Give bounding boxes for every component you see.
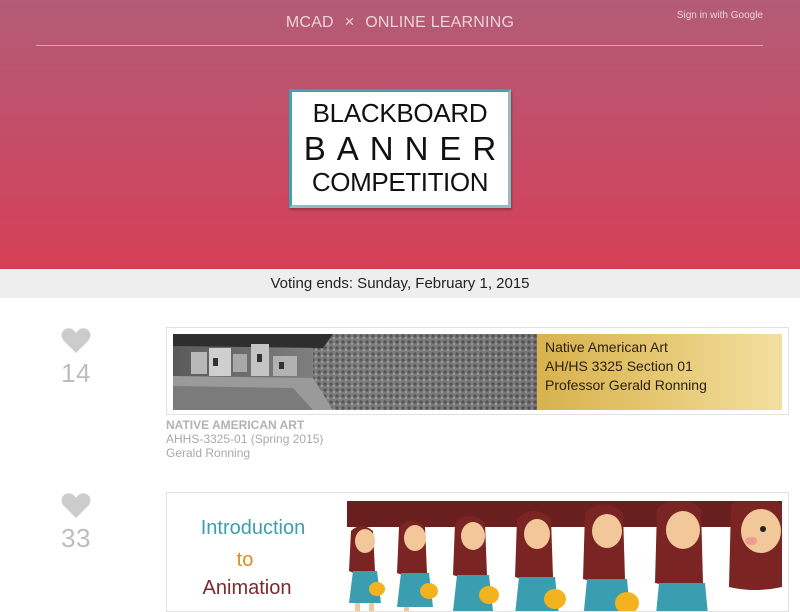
hero-divider	[36, 45, 763, 46]
banner-line: AH/HS 3325 Section 01	[545, 358, 693, 374]
banner-line: Professor Gerald Ronning	[545, 377, 707, 393]
banner-line: Native American Art	[545, 339, 668, 355]
vote-button[interactable]: 14	[50, 327, 102, 389]
course-code: AHHS-3325-01 (Spring 2015)	[166, 432, 324, 446]
entry-meta: NATIVE AMERICAN ART AHHS-3325-01 (Spring…	[166, 418, 323, 460]
cliff-dwelling-photo	[173, 334, 537, 410]
instructor-name: Gerald Ronning	[166, 446, 251, 460]
logo-line-competition: COMPETITION	[311, 167, 489, 197]
voting-deadline-bar: Voting ends: Sunday, February 1, 2015	[0, 269, 800, 298]
walking-girls-illustration	[327, 501, 782, 611]
logo-line-banner: BANNER	[303, 130, 508, 167]
banner-image[interactable]: Native American Art AH/HS 3325 Section 0…	[166, 327, 789, 415]
banner-line: Animation	[202, 577, 292, 599]
banner-line: to	[236, 549, 254, 571]
heart-icon[interactable]	[61, 327, 91, 354]
logo-line-blackboard: BLACKBOARD	[312, 98, 488, 128]
banner-title-panel: Native American Art AH/HS 3325 Section 0…	[537, 334, 782, 410]
brand-online-learning: ONLINE LEARNING	[365, 14, 515, 31]
vote-button[interactable]: 33	[50, 492, 102, 554]
course-title: NATIVE AMERICAN ART	[166, 418, 305, 432]
hero-header: MCAD × ONLINE LEARNING Sign in with Goog…	[0, 0, 800, 269]
vote-count: 33	[61, 523, 91, 553]
close-x-icon: ×	[344, 12, 355, 31]
brand-mcad: MCAD	[285, 14, 334, 31]
banner-line: Introduction	[200, 517, 306, 539]
sign-in-google-link[interactable]: Sign in with Google	[677, 10, 763, 21]
heart-icon[interactable]	[61, 492, 91, 519]
competition-logo: BLACKBOARD BANNER COMPETITION	[289, 89, 511, 208]
banner-image[interactable]: Introduction to Animation	[166, 492, 789, 612]
vote-count: 14	[61, 358, 91, 388]
